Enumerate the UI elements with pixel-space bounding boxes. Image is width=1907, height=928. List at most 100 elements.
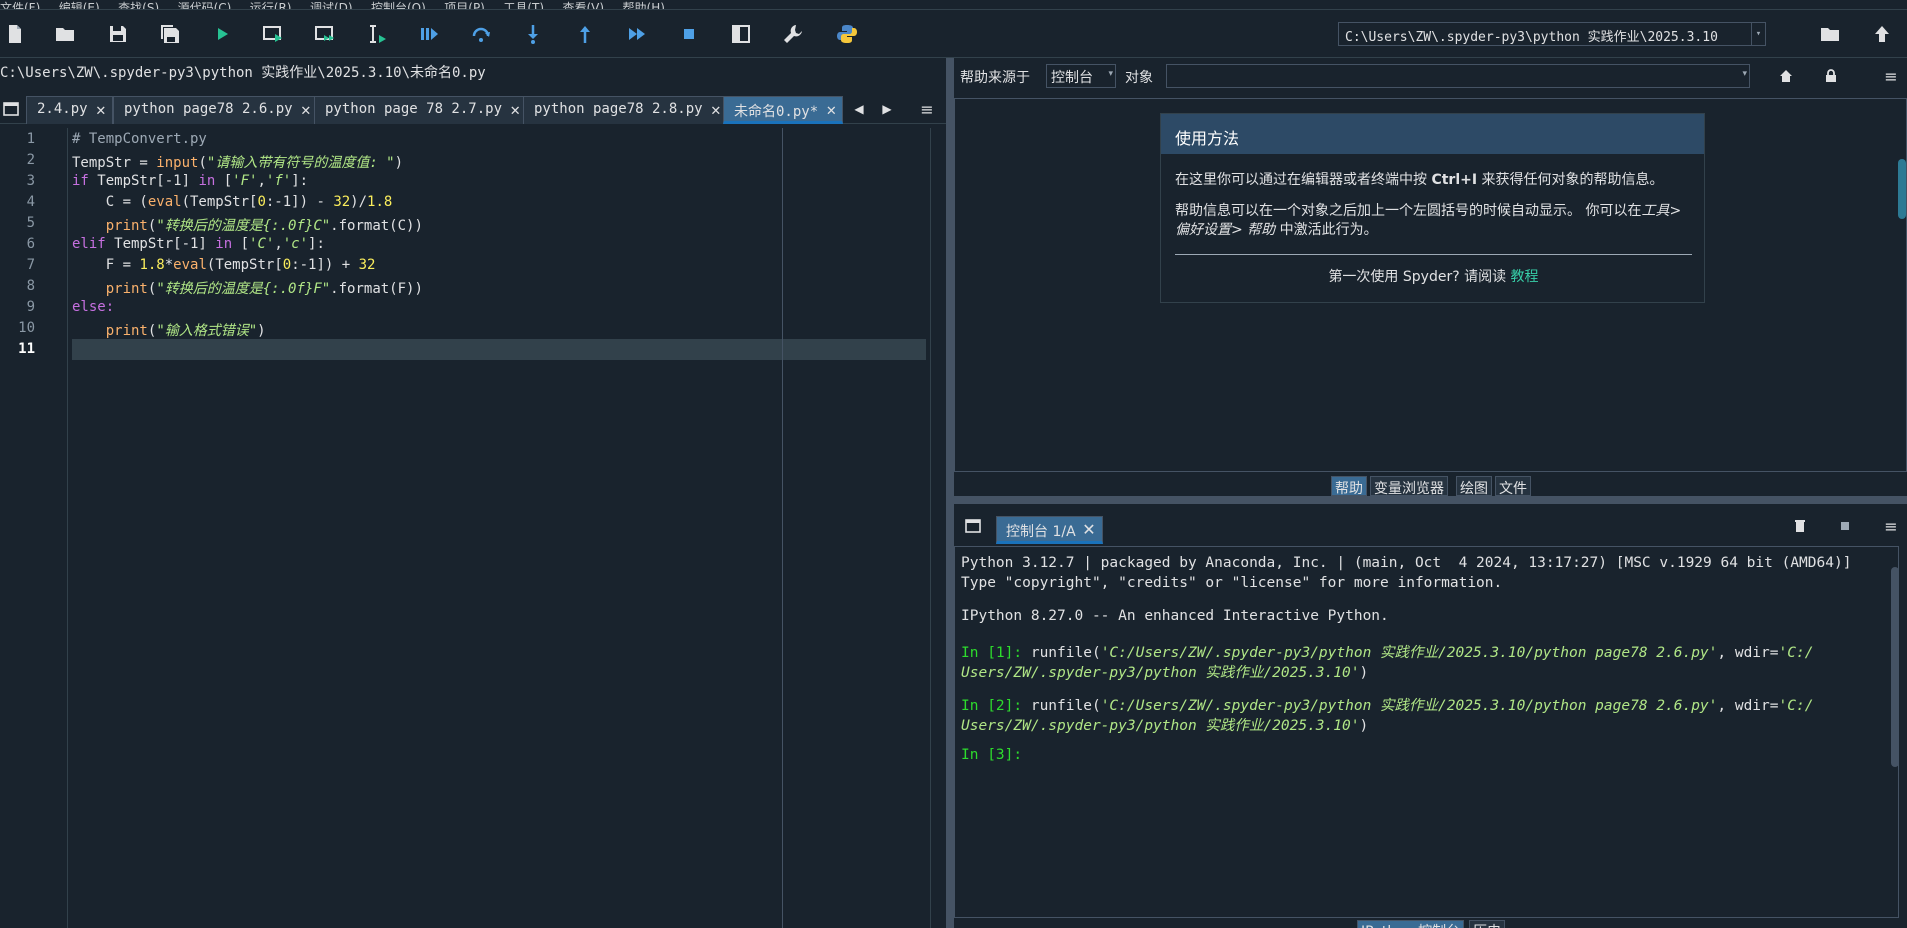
- close-icon[interactable]: ✕: [510, 100, 520, 119]
- menu-edit[interactable]: 编辑(E): [59, 0, 100, 9]
- code-token: in: [215, 236, 233, 252]
- run-selection-button[interactable]: [362, 19, 392, 49]
- close-icon[interactable]: ✕: [96, 100, 106, 119]
- chevron-down-icon[interactable]: ▾: [1742, 69, 1747, 79]
- line-number: 8: [26, 278, 35, 294]
- object-combo[interactable]: ▾: [1166, 64, 1750, 88]
- code-editor[interactable]: 1 2 3 4 5 6 7 8 9 10 11 # TempConvert.py…: [0, 128, 946, 928]
- menu-run[interactable]: 运行(R): [250, 0, 292, 9]
- pythonpath-manager-button[interactable]: [832, 19, 862, 49]
- browse-directory-button[interactable]: [1815, 19, 1845, 49]
- browse-tabs-button[interactable]: [962, 515, 984, 537]
- scroll-tabs-left-icon[interactable]: ◀: [848, 98, 870, 120]
- editor-tab-bar: 2.4.py ✕ python page78 2.6.py ✕ python pag…: [0, 94, 946, 124]
- scroll-tabs-right-icon[interactable]: ▶: [876, 98, 898, 120]
- menu-projects[interactable]: 项目(P): [444, 0, 485, 9]
- text: runfile(: [1022, 645, 1101, 661]
- tab-plots[interactable]: 绘图: [1456, 476, 1492, 497]
- window-icon: [3, 102, 19, 116]
- tab-label: python page78 2.8.py: [534, 101, 703, 117]
- string-text: 'C:/: [1778, 698, 1814, 714]
- tab-history[interactable]: 历史: [1469, 920, 1505, 928]
- preferences-button[interactable]: [778, 19, 808, 49]
- tab-2-4-py[interactable]: 2.4.py ✕: [26, 96, 113, 124]
- code-token: "请输入带有符号的温度值: ": [206, 155, 395, 171]
- input-prompt: In [3]:: [961, 747, 1023, 763]
- menu-tools[interactable]: 工具(T): [503, 0, 544, 9]
- code-token: (TempStr[: [206, 257, 283, 273]
- menu-view[interactable]: 查看(V): [562, 0, 604, 9]
- interrupt-kernel-button[interactable]: [1834, 515, 1856, 537]
- menu-file[interactable]: 文件(F): [0, 0, 40, 9]
- console-pane: 控制台 1/A ✕ ≡ Python 3.12.7 | packaged by A…: [954, 504, 1907, 928]
- wrench-icon: [784, 25, 802, 43]
- debug-file-button[interactable]: [414, 19, 444, 49]
- code-token: eval: [147, 194, 182, 210]
- source-combo[interactable]: 控制台 ▾: [1046, 64, 1116, 88]
- run-cell-advance-button[interactable]: [310, 19, 340, 49]
- run-button[interactable]: [207, 19, 237, 49]
- clear-console-button[interactable]: [1789, 515, 1811, 537]
- run-selection-icon: [370, 25, 386, 43]
- home-button[interactable]: [1775, 65, 1797, 87]
- step-into-button[interactable]: [518, 19, 548, 49]
- code-token: print: [105, 281, 148, 297]
- step-return-button[interactable]: [570, 19, 600, 49]
- tab-console-1a[interactable]: 控制台 1/A ✕: [996, 516, 1103, 544]
- code-token: # TempConvert.py: [72, 131, 207, 147]
- close-icon[interactable]: ✕: [827, 100, 837, 119]
- continue-button[interactable]: [622, 19, 652, 49]
- code-token: 32: [333, 194, 351, 210]
- hamburger-menu-icon[interactable]: ≡: [1880, 515, 1902, 537]
- editor-scrollbar[interactable]: [930, 128, 942, 928]
- home-icon: [1780, 70, 1792, 82]
- ipython-console[interactable]: Python 3.12.7 | packaged by Anaconda, In…: [954, 546, 1899, 918]
- save-button[interactable]: [103, 19, 133, 49]
- menu-consoles[interactable]: 控制台(O): [371, 0, 426, 9]
- hamburger-menu-icon[interactable]: ≡: [1880, 65, 1902, 87]
- close-icon[interactable]: ✕: [1082, 520, 1095, 539]
- menu-search[interactable]: 查找(S): [118, 0, 159, 9]
- open-file-button[interactable]: [50, 19, 80, 49]
- source-combo-value: 控制台: [1051, 70, 1093, 86]
- tutorial-link[interactable]: 教程: [1511, 269, 1539, 285]
- hamburger-menu-icon[interactable]: ≡: [916, 98, 938, 120]
- lock-button[interactable]: [1820, 65, 1842, 87]
- step-over-button[interactable]: [466, 19, 496, 49]
- tab-page78-2-8[interactable]: python page78 2.8.py ✕: [523, 96, 728, 124]
- parent-directory-button[interactable]: [1867, 19, 1897, 49]
- horizontal-splitter[interactable]: [954, 496, 1907, 504]
- code-token: :-1]) +: [291, 257, 359, 273]
- help-scrollbar[interactable]: [1898, 159, 1906, 219]
- browse-tabs-button[interactable]: [0, 98, 22, 120]
- maximize-pane-button[interactable]: [726, 19, 756, 49]
- line-number: 10: [18, 320, 35, 336]
- chevron-down-icon[interactable]: ▾: [1751, 23, 1765, 45]
- tab-page78-2-6[interactable]: python page78 2.6.py ✕: [113, 96, 318, 124]
- code-token: 0: [257, 194, 266, 210]
- tab-untitled0[interactable]: 未命名0.py* ✕: [723, 96, 844, 124]
- new-file-button[interactable]: [0, 19, 30, 49]
- tab-ipython-console[interactable]: IPython 控制台: [1357, 920, 1465, 928]
- tab-variable-explorer[interactable]: 变量浏览器: [1370, 476, 1448, 497]
- menu-help[interactable]: 帮助(H): [623, 0, 665, 9]
- code-token: print: [105, 323, 148, 339]
- close-icon[interactable]: ✕: [301, 100, 311, 119]
- chevron-down-icon[interactable]: ▾: [1108, 69, 1113, 79]
- tab-page78-2-7[interactable]: python page 78 2.7.py ✕: [314, 96, 528, 124]
- vertical-splitter[interactable]: [946, 58, 954, 928]
- tab-files[interactable]: 文件: [1495, 476, 1531, 497]
- menu-debug[interactable]: 调试(D): [310, 0, 353, 9]
- save-all-button[interactable]: [155, 19, 185, 49]
- run-cell-button[interactable]: [258, 19, 288, 49]
- console-scrollbar[interactable]: [1891, 567, 1899, 767]
- stop-debug-button[interactable]: [674, 19, 704, 49]
- menu-source[interactable]: 源代码(C): [178, 0, 232, 9]
- close-icon[interactable]: ✕: [711, 100, 721, 119]
- working-directory-combo[interactable]: C:\Users\ZW\.spyder-py3\python 实践作业\2025…: [1338, 22, 1766, 46]
- tab-help[interactable]: 帮助: [1331, 476, 1367, 497]
- code-line-5: print("转换后的温度是{:.0f}C".format(C)): [72, 215, 423, 236]
- line-number: 3: [26, 173, 35, 189]
- code-line-8: print("转换后的温度是{:.0f}F".format(F)): [72, 278, 423, 299]
